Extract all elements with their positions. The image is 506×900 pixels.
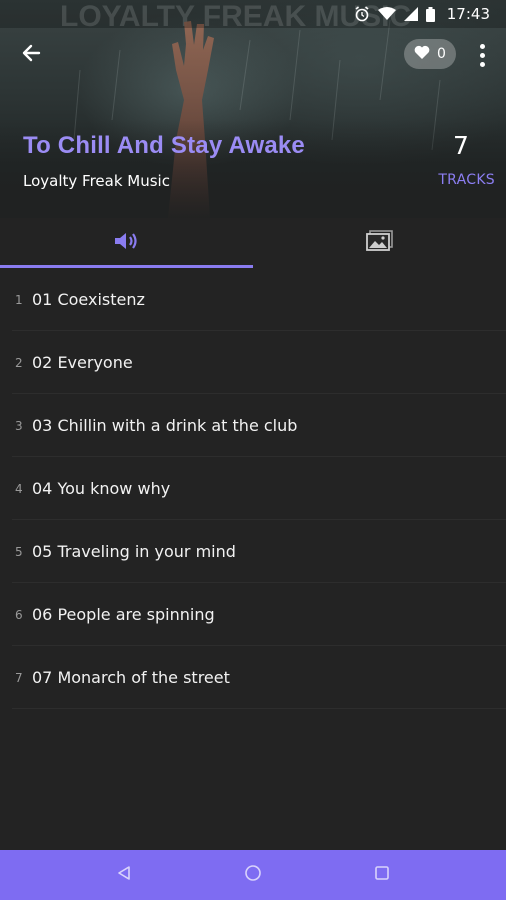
track-row[interactable]: 6 06 People are spinning <box>0 583 506 646</box>
track-number: 5 <box>15 544 23 559</box>
track-row[interactable]: 2 02 Everyone <box>0 331 506 394</box>
tracks-label: TRACKS <box>438 172 495 188</box>
artist-name[interactable]: Loyalty Freak Music <box>23 172 170 190</box>
more-vertical-icon <box>479 43 485 49</box>
status-time: 17:43 <box>446 5 490 23</box>
nav-home-button[interactable] <box>233 855 273 895</box>
track-list: 1 01 Coexistenz 2 02 Everyone 3 03 Chill… <box>0 268 506 709</box>
battery-icon <box>425 6 435 22</box>
track-number: 7 <box>15 670 23 685</box>
back-button[interactable] <box>14 38 48 72</box>
content-tabs <box>0 218 506 268</box>
recents-square-icon <box>374 865 390 885</box>
track-number: 2 <box>15 355 23 370</box>
album-header: LOYALTY FREAK MUSIC 17:43 <box>0 0 506 218</box>
wifi-icon <box>377 7 396 21</box>
track-number: 1 <box>15 292 23 307</box>
arrow-left-icon <box>21 43 41 67</box>
back-triangle-icon <box>116 865 132 885</box>
album-title: To Chill And Stay Awake <box>23 132 305 159</box>
nav-recents-button[interactable] <box>362 855 402 895</box>
tab-tracks[interactable] <box>0 218 253 268</box>
tab-gallery[interactable] <box>253 218 506 268</box>
track-row[interactable]: 3 03 Chillin with a drink at the club <box>0 394 506 457</box>
home-circle-icon <box>244 864 262 886</box>
track-title: 02 Everyone <box>32 353 133 372</box>
image-icon <box>365 230 394 256</box>
track-row[interactable]: 4 04 You know why <box>0 457 506 520</box>
track-number: 3 <box>15 418 23 433</box>
heart-icon <box>414 45 430 63</box>
track-title: 04 You know why <box>32 479 171 498</box>
like-button[interactable]: 0 <box>404 39 456 69</box>
track-row[interactable]: 5 05 Traveling in your mind <box>0 520 506 583</box>
system-nav-bar <box>0 850 506 900</box>
track-title: 01 Coexistenz <box>32 290 145 309</box>
track-number: 4 <box>15 481 23 496</box>
like-count: 0 <box>437 46 446 62</box>
track-row[interactable]: 1 01 Coexistenz <box>0 268 506 331</box>
track-title: 03 Chillin with a drink at the club <box>32 416 298 435</box>
track-title: 05 Traveling in your mind <box>32 542 236 561</box>
track-count: 7 <box>453 131 469 160</box>
speaker-icon <box>113 231 141 255</box>
status-bar: 17:43 <box>0 0 506 28</box>
track-row[interactable]: 7 07 Monarch of the street <box>0 646 506 709</box>
track-title: 06 People are spinning <box>32 605 215 624</box>
track-title: 07 Monarch of the street <box>32 668 230 687</box>
signal-icon <box>403 7 418 21</box>
alarm-icon <box>354 6 370 22</box>
more-options-button[interactable] <box>470 38 494 72</box>
track-number: 6 <box>15 607 23 622</box>
nav-back-button[interactable] <box>104 855 144 895</box>
